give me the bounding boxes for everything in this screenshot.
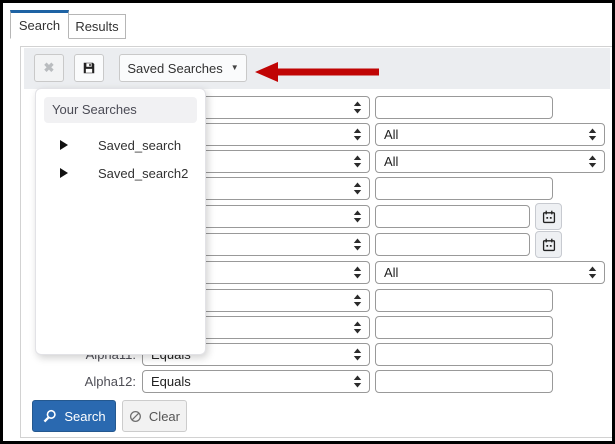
- calendar-button[interactable]: [535, 231, 562, 258]
- select-updown-icon: [353, 182, 362, 195]
- triangle-right-icon: [59, 168, 69, 178]
- select-updown-icon: [588, 128, 597, 141]
- value-input[interactable]: [375, 370, 553, 393]
- select-updown-icon: [353, 266, 362, 279]
- calendar-icon: [542, 238, 555, 251]
- tab-results[interactable]: Results: [68, 14, 126, 39]
- row-label: Alpha12:: [84, 374, 136, 389]
- select-updown-icon: [353, 294, 362, 307]
- annotation-arrow-icon: [255, 62, 379, 82]
- select-updown-icon: [353, 238, 362, 251]
- tab-search[interactable]: Search: [10, 10, 69, 39]
- value-select[interactable]: All: [375, 123, 605, 146]
- value-input[interactable]: [375, 177, 553, 200]
- value-input[interactable]: [375, 233, 530, 256]
- select-updown-icon: [353, 375, 362, 388]
- floppy-disk-icon: [83, 62, 95, 74]
- search-button-label: Search: [64, 408, 106, 424]
- operator-select[interactable]: Equals: [142, 370, 370, 393]
- select-updown-icon: [353, 101, 362, 114]
- clear-button[interactable]: Clear: [122, 400, 187, 432]
- saved-searches-button[interactable]: Saved Searches ▼: [119, 54, 247, 82]
- dropdown-header: Your Searches: [44, 97, 197, 123]
- slashed-circle-icon: [129, 410, 141, 422]
- saved-searches-dropdown: Your Searches Saved_search Saved_search2: [35, 88, 206, 355]
- close-button[interactable]: ✖: [34, 54, 64, 82]
- calendar-button[interactable]: [535, 203, 562, 230]
- select-updown-icon: [353, 210, 362, 223]
- app-window: Search Results ✖ Saved Searches ▼ Your S…: [0, 0, 615, 444]
- saved-search-item[interactable]: Saved_search: [36, 131, 205, 159]
- value-input[interactable]: [375, 205, 530, 228]
- save-search-button[interactable]: [74, 54, 104, 82]
- value-select[interactable]: All: [375, 261, 605, 284]
- value-input[interactable]: [375, 96, 553, 119]
- tab-search-label: Search: [18, 18, 61, 33]
- search-button[interactable]: Search: [32, 400, 116, 432]
- calendar-icon: [542, 210, 555, 223]
- select-updown-icon: [353, 321, 362, 334]
- tab-results-label: Results: [75, 19, 119, 34]
- triangle-right-icon: [59, 140, 69, 150]
- clear-button-label: Clear: [148, 408, 180, 424]
- chevron-down-icon: ▼: [230, 63, 239, 72]
- select-updown-icon: [353, 128, 362, 141]
- value-input[interactable]: [375, 343, 553, 366]
- select-updown-icon: [588, 155, 597, 168]
- form-row: Alpha12: Equals: [3, 370, 612, 393]
- saved-search-item-label: Saved_search2: [98, 165, 189, 181]
- dropdown-items: Saved_search Saved_search2: [36, 131, 205, 187]
- value-input[interactable]: [375, 289, 553, 312]
- close-icon: ✖: [43, 60, 55, 75]
- saved-searches-label: Saved Searches: [127, 60, 223, 76]
- select-updown-icon: [353, 348, 362, 361]
- value-select[interactable]: All: [375, 150, 605, 173]
- select-updown-icon: [353, 155, 362, 168]
- magnifier-icon: [43, 409, 57, 422]
- select-updown-icon: [588, 266, 597, 279]
- saved-search-item[interactable]: Saved_search2: [36, 159, 205, 187]
- value-input[interactable]: [375, 316, 553, 339]
- saved-search-item-label: Saved_search: [98, 137, 182, 153]
